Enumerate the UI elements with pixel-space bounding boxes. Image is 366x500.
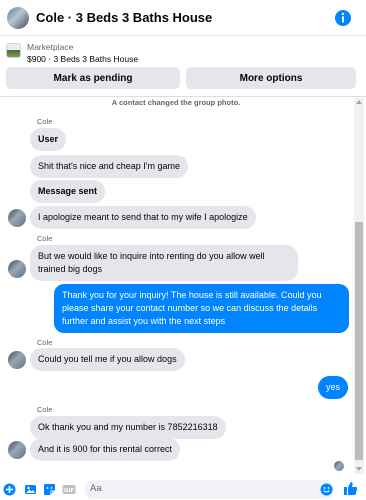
system-note: A contact changed the group photo. [111,98,241,107]
message-incoming[interactable]: Message sent [30,180,106,203]
message-incoming[interactable]: Ok thank you and my number is 7852216318 [30,416,226,439]
message-outgoing[interactable]: yes [318,376,348,399]
message-outgoing[interactable]: Thank you for your inquiry! The house is… [54,284,349,333]
scrollbar-thumb[interactable] [355,222,363,460]
contact-avatar-small [8,209,26,227]
gif-icon[interactable]: GIF [62,483,76,496]
chat-title[interactable]: Cole · 3 Beds 3 Baths House [36,10,212,25]
emoji-icon[interactable] [320,483,333,496]
more-options-button[interactable]: More options [186,67,356,89]
contact-avatar[interactable] [7,7,29,29]
mark-as-pending-button[interactable]: Mark as pending [6,67,180,89]
sender-name: Cole [37,234,53,243]
marketplace-label: Marketplace [27,42,74,52]
seen-avatar [334,461,344,471]
message-composer: GIF Aa [0,478,366,500]
info-icon[interactable] [334,9,352,27]
message-thread[interactable]: A contact changed the group photo. Cole … [0,98,352,474]
like-icon[interactable] [343,481,358,496]
contact-avatar-small [8,260,26,278]
add-icon[interactable] [3,483,16,496]
message-incoming[interactable]: User [30,128,67,151]
contact-avatar-small [8,351,26,369]
svg-text:GIF: GIF [64,488,75,494]
message-incoming[interactable]: And it is 900 for this rental correct [30,438,181,461]
scroll-down-arrow-icon[interactable] [356,467,362,471]
message-input-placeholder: Aa [90,483,102,494]
scroll-up-arrow-icon[interactable] [356,100,362,104]
chat-header: Cole · 3 Beds 3 Baths House [0,0,366,36]
contact-avatar-small [8,441,26,459]
marketplace-panel: Marketplace $900 · 3 Beds 3 Baths House … [0,37,366,97]
sticker-icon[interactable] [43,483,56,496]
sender-name: Cole [37,338,53,347]
message-incoming[interactable]: But we would like to inquire into rentin… [30,245,298,281]
message-incoming[interactable]: Could you tell me if you allow dogs [30,348,185,371]
sender-name: Cole [37,117,53,126]
sender-name: Cole [37,405,53,414]
message-incoming[interactable]: I apologize meant to send that to my wif… [30,206,256,229]
listing-thumbnail[interactable] [6,43,21,58]
listing-summary[interactable]: $900 · 3 Beds 3 Baths House [27,54,138,64]
photo-icon[interactable] [24,483,37,496]
message-input[interactable]: Aa [84,480,334,499]
message-incoming[interactable]: Shit that's nice and cheap I'm game [30,155,189,178]
